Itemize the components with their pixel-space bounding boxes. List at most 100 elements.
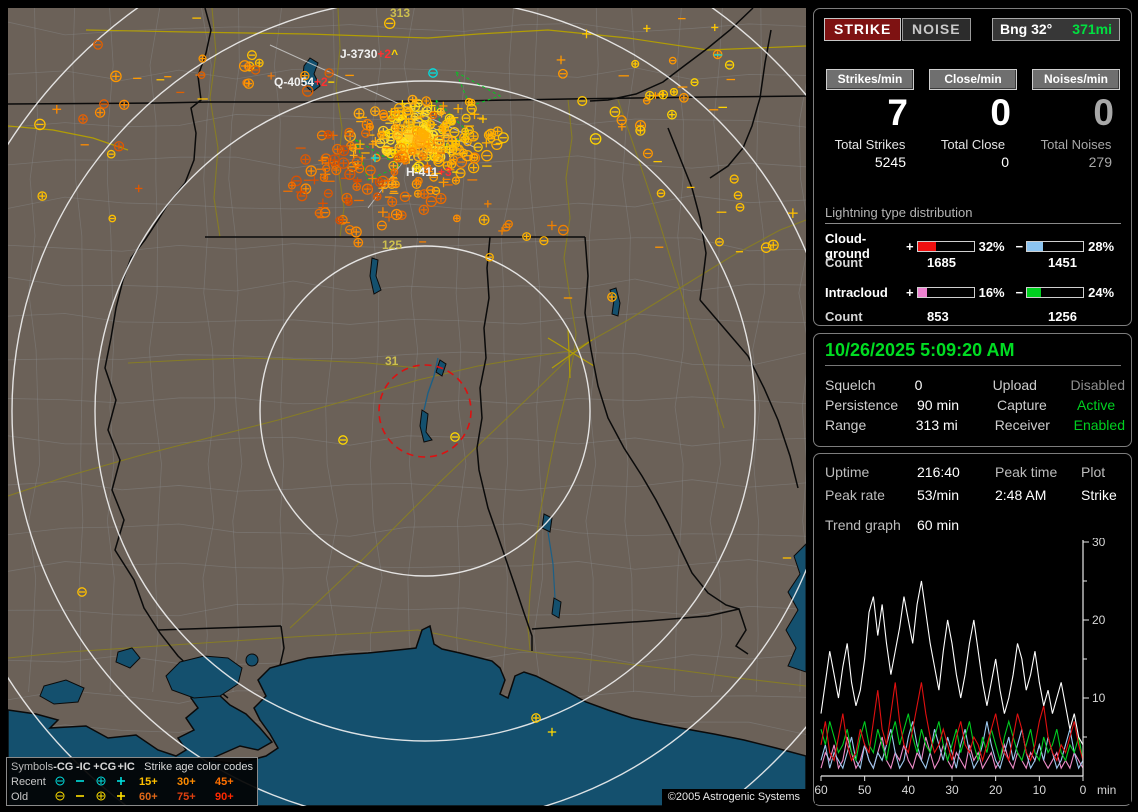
ic-minus-old-icon (70, 790, 90, 803)
config-row-2: Persistence 90 min Capture Active (825, 397, 1125, 413)
strike-symbol (306, 166, 316, 176)
noises-per-min-button[interactable]: Noises/min (1032, 69, 1120, 90)
ic-minus-pct: 24% (1088, 285, 1125, 300)
bearing-value: Bng 32° (1000, 21, 1052, 37)
strikes-per-min-button[interactable]: Strikes/min (826, 69, 914, 90)
lightning-map[interactable]: 313 125 31 Q-4054+2− J-3730+2^ H-411+3− Symbo… (8, 8, 806, 806)
close-per-min-button[interactable]: Close/min (929, 69, 1017, 90)
strike-symbol (353, 183, 360, 190)
strike-symbol (385, 130, 393, 138)
cg-minus-old-icon (50, 790, 70, 803)
noise-toggle-button[interactable]: NOISE (902, 18, 971, 41)
age-60: 60+ (139, 791, 177, 803)
upload-status: Disabled (1071, 377, 1125, 393)
receiver-status: Enabled (1074, 417, 1125, 433)
strike-symbol (345, 169, 355, 179)
strike-symbol (436, 194, 446, 204)
svg-text:10: 10 (1033, 783, 1047, 797)
strike-symbol (378, 132, 384, 138)
strike-symbol (422, 97, 430, 105)
strike-symbol (392, 210, 402, 220)
ic-plus-recent-icon (111, 775, 131, 788)
legend-symbols-label: Symbols (11, 761, 53, 773)
legend-col-ic-minus: -IC (73, 761, 93, 773)
plot-mode-value: Strike (1081, 487, 1117, 503)
ic-minus-bar (1026, 287, 1084, 298)
bearing-distance-readout: Bng 32° 371mi (992, 18, 1120, 41)
cg-plus-bar (917, 241, 975, 252)
legend-recent-label: Recent (11, 776, 50, 788)
strike-symbol (659, 90, 667, 98)
svg-text:30: 30 (945, 783, 959, 797)
strike-symbol (419, 153, 426, 160)
strike-symbol (371, 107, 380, 116)
noises-per-min-value: 0 (1028, 92, 1124, 134)
svg-text:313: 313 (390, 8, 410, 20)
strike-symbol (462, 136, 469, 143)
ic-plus-bar (917, 287, 975, 298)
strike-symbol (404, 119, 414, 129)
cg-plus-recent-icon (91, 775, 111, 788)
legend-col-ic-plus: +IC (116, 761, 136, 773)
cg-minus-recent-icon (50, 775, 70, 788)
config-row-1: Squelch 0 Upload Disabled (825, 377, 1125, 393)
svg-text:31: 31 (385, 354, 399, 368)
strike-symbol (668, 110, 676, 118)
session-row-1: Uptime 216:40 Peak time Plot (825, 464, 1125, 480)
strike-symbol (362, 120, 372, 130)
strike-symbol (354, 238, 362, 246)
strike-symbol (392, 124, 398, 130)
cg-plus-count: 1685 (927, 255, 956, 270)
noises-column: Noises/min 0 Total Noises 279 (1028, 69, 1124, 170)
strike-symbol (413, 135, 420, 142)
intracloud-row: Intracloud + 16% − 24% (825, 285, 1125, 300)
legend-old-label: Old (11, 791, 50, 803)
svg-text:125: 125 (382, 238, 402, 252)
strike-symbol (388, 198, 397, 207)
distribution-title: Lightning type distribution (825, 205, 1121, 224)
total-strikes-label: Total Strikes (822, 137, 918, 152)
datetime-display: 10/26/2025 5:09:20 AM (825, 340, 1121, 366)
svg-text:20: 20 (989, 783, 1003, 797)
strike-symbol (680, 94, 688, 102)
trend-graph-row: Trend graph 60 min (825, 517, 1125, 533)
copyright-text: ©2005 Astrogenic Systems (662, 789, 806, 806)
strike-symbol (329, 155, 339, 165)
cg-minus-bar (1026, 241, 1084, 252)
cg-minus-count: 1451 (1048, 255, 1077, 270)
strike-symbol (339, 146, 348, 155)
map-canvas[interactable]: 313 125 31 Q-4054+2− J-3730+2^ H-411+3− (8, 8, 806, 806)
svg-text:30: 30 (1092, 538, 1106, 549)
strike-symbol (79, 115, 87, 123)
strike-symbol (111, 71, 121, 81)
peak-rate-value: 53/min (917, 487, 995, 503)
trend-window-value: 60 min (917, 517, 995, 533)
legend-col-cg-minus: -CG (53, 761, 73, 773)
close-per-min-value: 0 (925, 92, 1021, 134)
strike-symbol (301, 155, 310, 164)
strike-symbol (484, 131, 492, 139)
age-15: 15+ (139, 776, 177, 788)
strike-toggle-button[interactable]: STRIKE (824, 18, 901, 41)
storm-cell-label: J-3730+2^ (340, 47, 398, 61)
strike-symbol (333, 145, 342, 154)
strike-symbol (336, 217, 343, 224)
total-noises-label: Total Noises (1028, 137, 1124, 152)
strike-symbol (244, 79, 253, 88)
ic-plus-pct: 16% (979, 285, 1016, 300)
strike-symbol (120, 100, 129, 109)
strike-symbol (523, 233, 531, 241)
storm-cell-label: Q-4054+2− (274, 75, 335, 89)
intracloud-label: Intracloud (825, 285, 906, 300)
capture-status: Active (1077, 397, 1115, 413)
storm-cell-label: H-411+3− (406, 165, 459, 179)
strike-symbol (363, 184, 373, 194)
total-noises-value: 279 (1028, 154, 1124, 170)
strike-symbol (408, 95, 417, 104)
svg-text:10: 10 (1092, 691, 1106, 705)
age-30: 30+ (177, 776, 215, 788)
strike-symbol (768, 240, 778, 250)
ic-plus-count: 853 (927, 309, 949, 324)
strike-symbol (324, 131, 331, 138)
strike-symbol (532, 714, 540, 722)
